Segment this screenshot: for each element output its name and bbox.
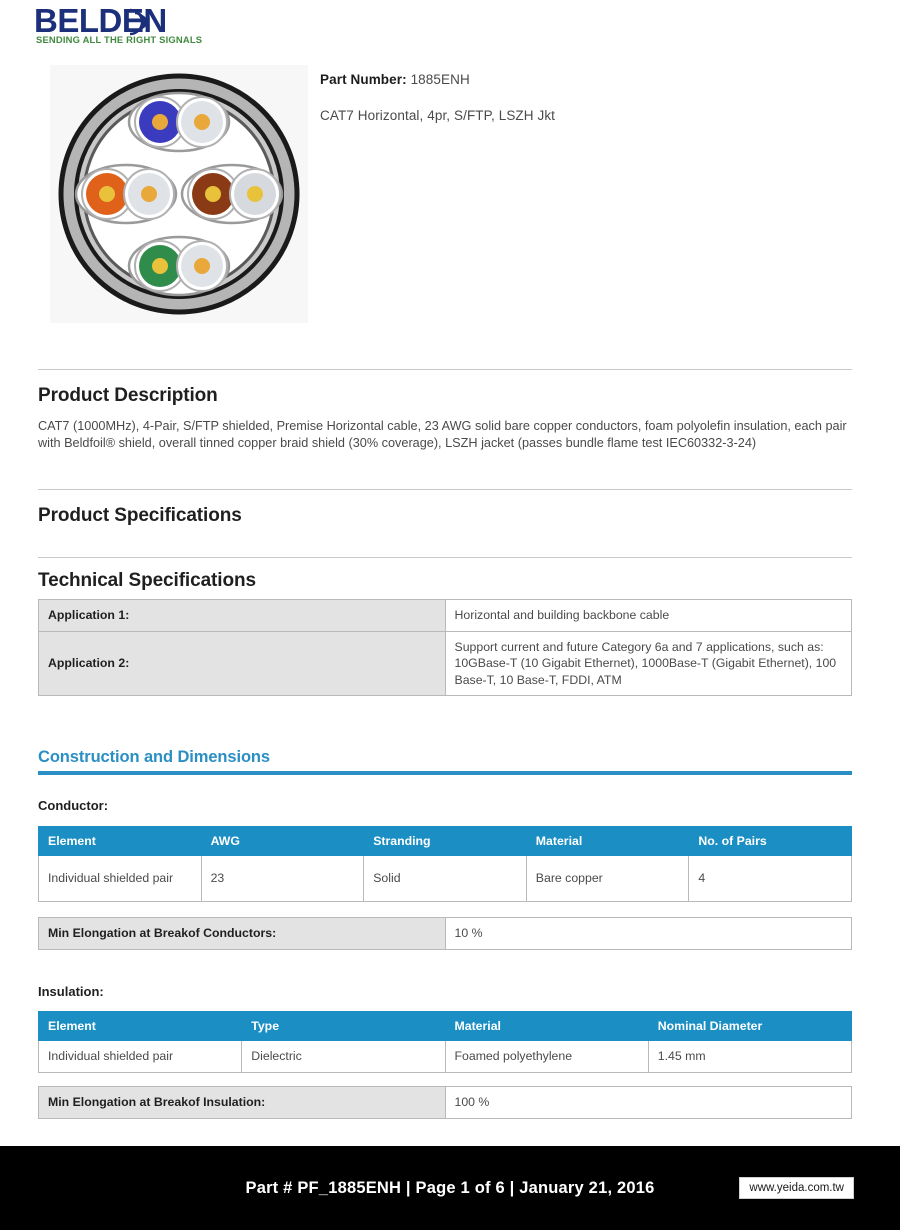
table-row: Individual shielded pair 23 Solid Bare c… [38,855,852,902]
conductor-elongation-label: Min Elongation at Breakof Conductors: [38,917,446,950]
application-1-value: Horizontal and building backbone cable [444,599,852,632]
application-2-value: Support current and future Category 6a a… [444,630,852,696]
table-header-row: Element Type Material Nominal Diameter [37,1011,853,1041]
conductor-subheading: Conductor: [38,798,109,813]
insulation-elongation-label: Min Elongation at Breakof Insulation: [38,1086,446,1119]
table-row: Individual shielded pair Dielectric Foam… [37,1040,853,1073]
footer-website-badge[interactable]: www.yeida.com.tw [739,1177,854,1199]
insulation-cell-material: Foamed polyethylene [444,1040,649,1073]
insulation-elongation-table: Min Elongation at Breakof Insulation: 10… [38,1086,852,1119]
belden-logo: BELDEN SENDING ALL THE RIGHT SIGNALS [34,2,209,46]
footer-text: Part # PF_1885ENH | Page 1 of 6 | Januar… [245,1178,655,1197]
cable-cross-section-image [50,65,308,323]
application-2-label: Application 2: [38,630,446,696]
conductor-cell-material: Bare copper [525,855,690,902]
conductor-cell-awg: 23 [200,855,365,902]
part-number-label: Part Number: [320,72,407,87]
table-row: Min Elongation at Breakof Insulation: 10… [38,1086,852,1119]
conductor-col-awg: AWG [200,826,365,856]
insulation-cell-nominal-diameter: 1.45 mm [647,1040,853,1073]
insulation-table: Element Type Material Nominal Diameter I… [37,1011,853,1073]
part-number-line: Part Number: 1885ENH [320,72,860,87]
construction-and-dimensions-heading: Construction and Dimensions [38,748,852,775]
table-header-row: Element AWG Stranding Material No. of Pa… [38,826,852,856]
table-row: Min Elongation at Breakof Conductors: 10… [38,917,852,950]
table-row: Application 2: Support current and futur… [38,630,852,696]
conductor-col-no-of-pairs: No. of Pairs [688,826,852,856]
insulation-col-nominal-diameter: Nominal Diameter [647,1011,853,1041]
conductor-col-stranding: Stranding [363,826,527,856]
insulation-col-element: Element [37,1011,243,1041]
belden-logo-icon: BELDEN SENDING ALL THE RIGHT SIGNALS [34,2,202,45]
insulation-col-material: Material [444,1011,649,1041]
technical-specifications-heading: Technical Specifications [38,570,256,591]
conductor-cell-element: Individual shielded pair [38,855,202,902]
table-row: Application 1: Horizontal and building b… [38,599,852,632]
technical-specifications-table: Application 1: Horizontal and building b… [38,599,852,696]
conductor-cell-stranding: Solid [363,855,527,902]
insulation-col-type: Type [241,1011,446,1041]
product-identity-block: Part Number: 1885ENH CAT7 Horizontal, 4p… [320,72,860,123]
conductor-col-element: Element [38,826,202,856]
page-footer: Part # PF_1885ENH | Page 1 of 6 | Januar… [0,1146,900,1230]
insulation-cell-type: Dielectric [241,1040,446,1073]
conductor-cell-no-of-pairs: 4 [688,855,852,902]
product-specifications-heading: Product Specifications [38,505,242,526]
divider-above-technical-specifications [38,557,852,558]
part-number-value: 1885ENH [410,72,470,87]
conductor-elongation-table: Min Elongation at Breakof Conductors: 10… [38,917,852,950]
product-description-body: CAT7 (1000MHz), 4-Pair, S/FTP shielded, … [38,419,847,450]
divider-above-product-description [38,369,852,370]
conductor-elongation-value: 10 % [444,917,852,950]
insulation-elongation-value: 100 % [444,1086,852,1119]
divider-above-product-specifications [38,489,852,490]
insulation-subheading: Insulation: [38,984,104,999]
svg-text:SENDING ALL THE RIGHT SIGNALS: SENDING ALL THE RIGHT SIGNALS [36,34,202,45]
conductor-col-material: Material [525,826,690,856]
product-description-heading: Product Description [38,385,218,406]
product-short-description: CAT7 Horizontal, 4pr, S/FTP, LSZH Jkt [320,108,556,123]
insulation-cell-element: Individual shielded pair [37,1040,243,1073]
conductor-table: Element AWG Stranding Material No. of Pa… [38,826,852,902]
application-1-label: Application 1: [38,599,446,632]
cable-cross-section-icon [50,65,308,323]
